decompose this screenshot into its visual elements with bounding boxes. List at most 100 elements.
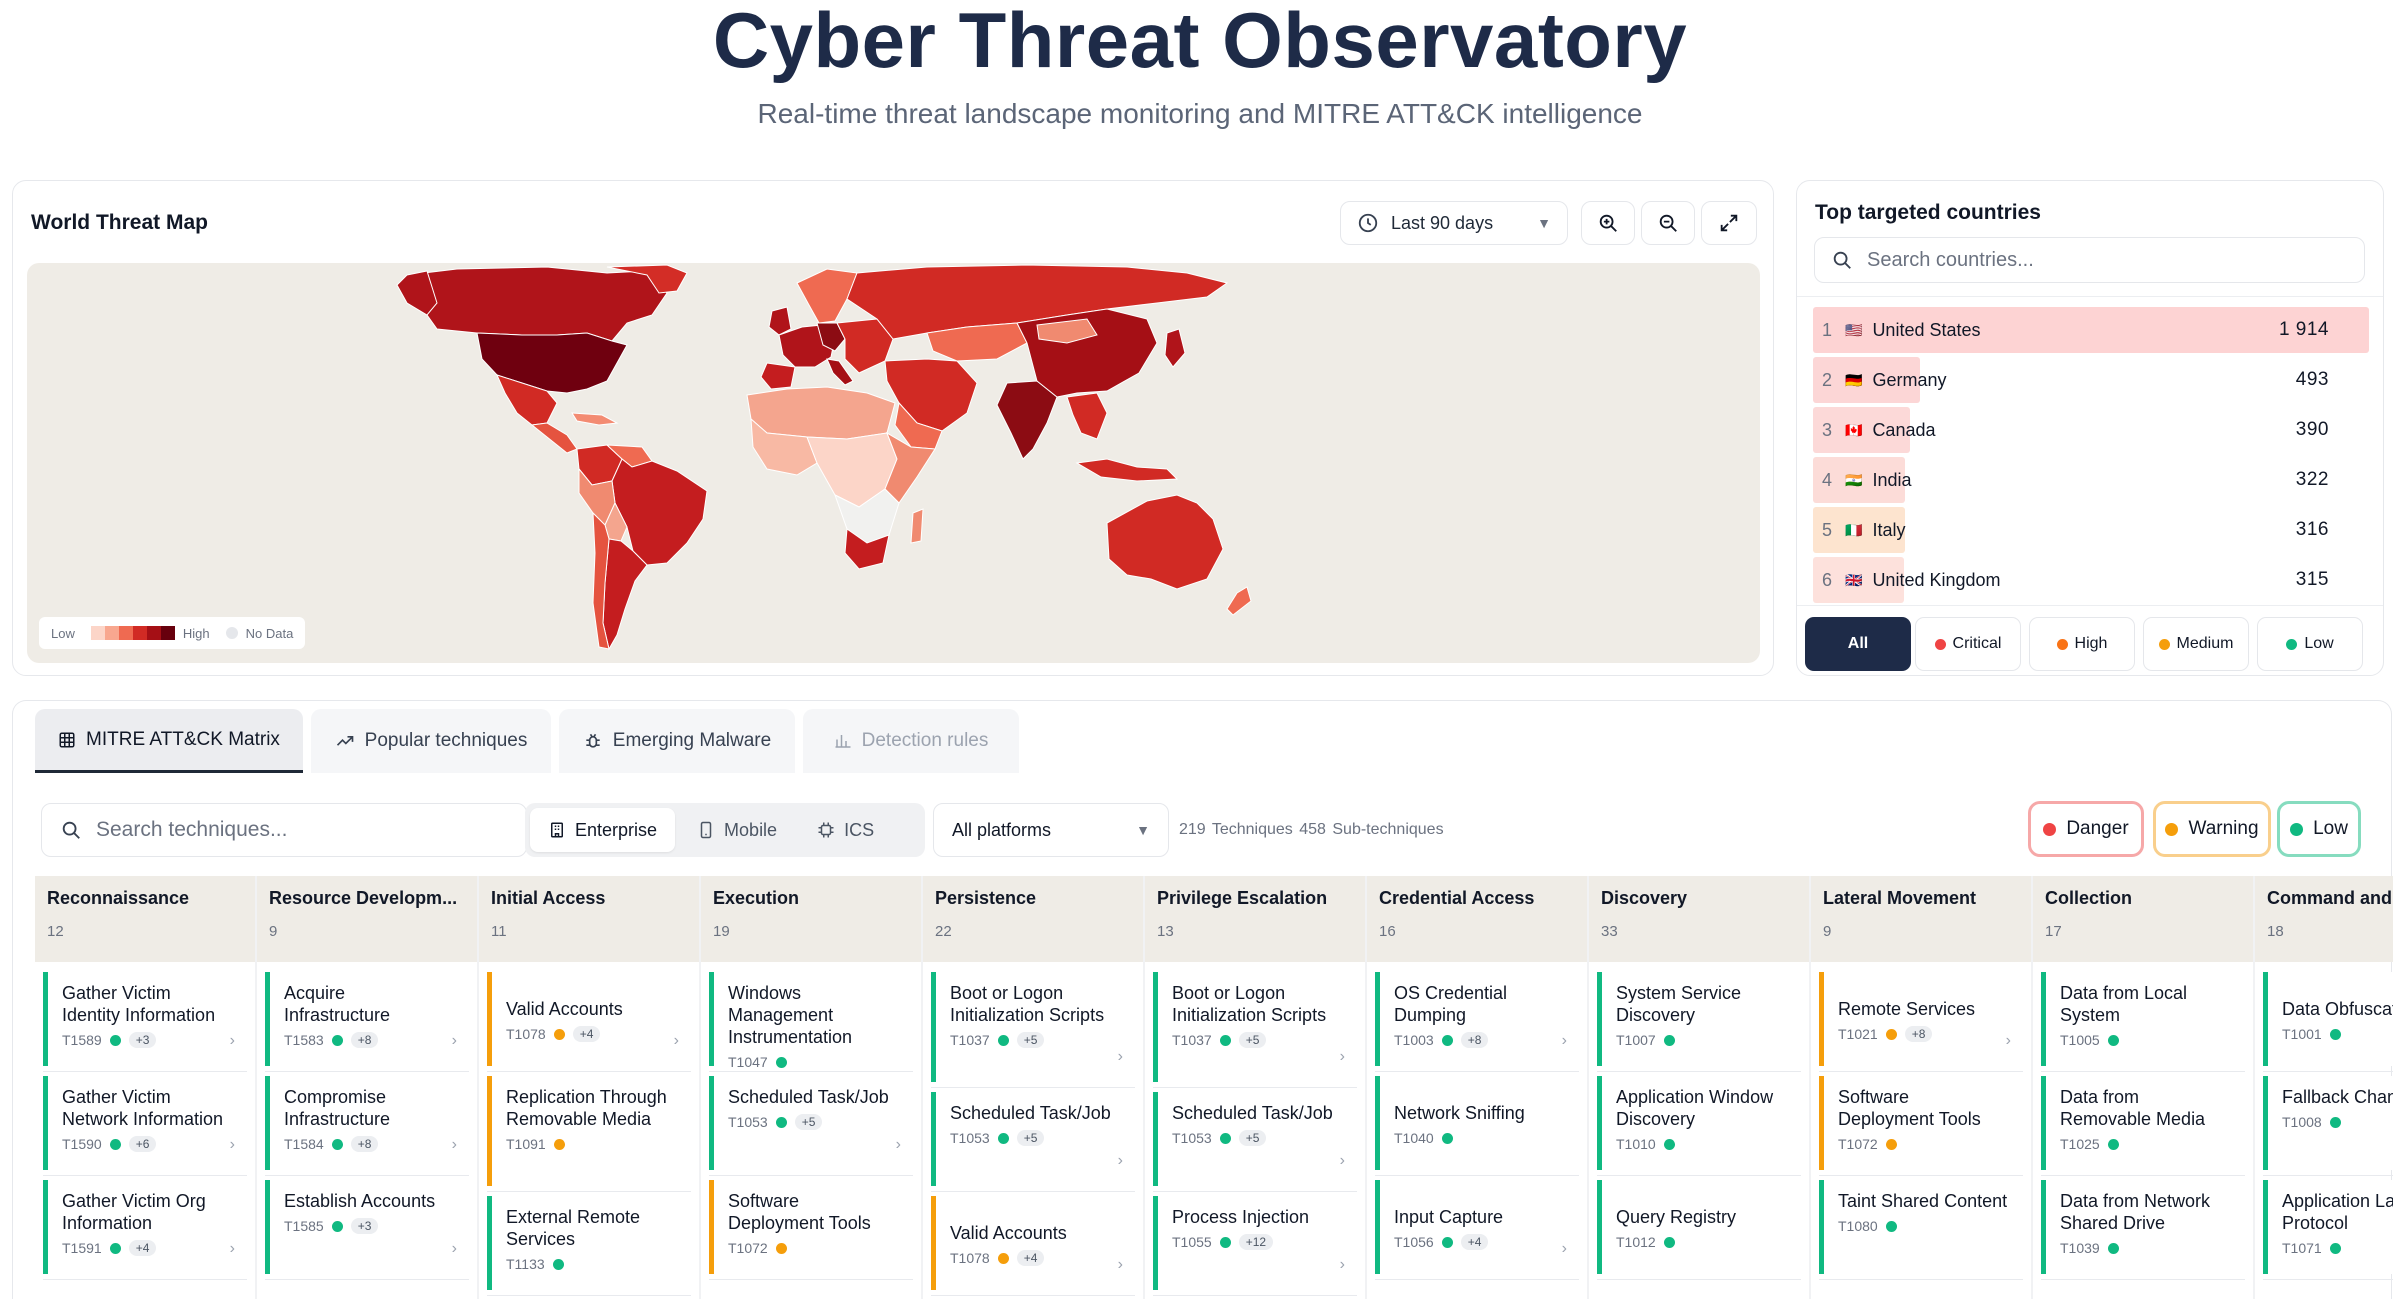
tab-mitre-att-ck-matrix[interactable]: MITRE ATT&CK Matrix bbox=[35, 709, 303, 773]
technique-card[interactable]: Valid Accounts T1078 +4 › bbox=[931, 1196, 1135, 1290]
country-row[interactable]: 1 🇺🇸 United States 1 914 bbox=[1813, 307, 2369, 353]
technique-card[interactable]: Boot or Logon Initialization Scripts T103… bbox=[1153, 972, 1357, 1082]
zoom-out-button[interactable] bbox=[1641, 201, 1695, 245]
world-map[interactable]: Low High No Data bbox=[27, 263, 1760, 663]
country-row[interactable]: 2 🇩🇪 Germany 493 bbox=[1813, 357, 2369, 403]
chevron-right-icon[interactable]: › bbox=[1118, 1256, 1123, 1274]
region-caribbean[interactable] bbox=[571, 412, 619, 426]
region-north-africa[interactable] bbox=[746, 386, 896, 440]
technique-card[interactable]: Remote Services T1021 +8 › bbox=[1819, 972, 2023, 1066]
technique-card[interactable]: Data from Removable Media T1025 bbox=[2041, 1076, 2245, 1170]
technique-card[interactable]: Input Capture T1056 +4 › bbox=[1375, 1180, 1579, 1274]
chevron-right-icon[interactable]: › bbox=[1340, 1152, 1345, 1170]
region-indonesia[interactable] bbox=[1075, 458, 1179, 482]
tactic-header: Collection 17 bbox=[2033, 876, 2253, 962]
time-range-select[interactable]: Last 90 days ▼ bbox=[1340, 201, 1568, 245]
technique-card[interactable]: Gather Victim Identity Information T1589 +… bbox=[43, 972, 247, 1066]
technique-card[interactable]: Gather Victim Org Information T1591 +4 › bbox=[43, 1180, 247, 1274]
severity-dot-icon bbox=[1219, 1236, 1231, 1248]
chevron-right-icon[interactable]: › bbox=[2006, 1032, 2011, 1050]
country-row[interactable]: 3 🇨🇦 Canada 390 bbox=[1813, 407, 2369, 453]
technique-card[interactable]: Boot or Logon Initialization Scripts T103… bbox=[931, 972, 1135, 1082]
chevron-right-icon[interactable]: › bbox=[1340, 1256, 1345, 1274]
tab-popular-techniques[interactable]: Popular techniques bbox=[311, 709, 551, 773]
country-row[interactable]: 6 🇬🇧 United Kingdom 315 bbox=[1813, 557, 2369, 603]
technique-card[interactable]: Network Sniffing T1040 bbox=[1375, 1076, 1579, 1170]
technique-meta: T1072 bbox=[1838, 1136, 2009, 1152]
region-southeast-asia[interactable] bbox=[1066, 392, 1108, 440]
country-search-input[interactable]: Search countries... bbox=[1814, 237, 2365, 283]
technique-card[interactable]: Query Registry T1012 bbox=[1597, 1180, 1801, 1274]
technique-card[interactable]: Data from Network Shared Drive T1039 bbox=[2041, 1180, 2245, 1274]
filter-low[interactable]: Low bbox=[2277, 801, 2361, 857]
chevron-right-icon[interactable]: › bbox=[452, 1032, 457, 1050]
technique-card[interactable]: Acquire Infrastructure T1583 +8 › bbox=[265, 972, 469, 1066]
region-australia[interactable] bbox=[1106, 494, 1224, 590]
chevron-right-icon[interactable]: › bbox=[230, 1136, 235, 1154]
region-united-kingdom[interactable] bbox=[768, 306, 792, 336]
segment-ics[interactable]: ICS bbox=[799, 808, 892, 852]
technique-search-input[interactable]: Search techniques... bbox=[41, 803, 527, 857]
country-row[interactable]: 5 🇮🇹 Italy 316 bbox=[1813, 507, 2369, 553]
tab-detection-rules[interactable]: Detection rules bbox=[803, 709, 1019, 773]
technique-card[interactable]: Compromise Infrastructure T1584 +8 › bbox=[265, 1076, 469, 1170]
world-map-svg[interactable] bbox=[27, 263, 1760, 663]
technique-card[interactable]: Scheduled Task/Job T1053 +5 › bbox=[931, 1092, 1135, 1186]
severity-filter-critical[interactable]: Critical bbox=[1915, 617, 2021, 671]
tab-emerging-malware[interactable]: Emerging Malware bbox=[559, 709, 795, 773]
filter-danger[interactable]: Danger bbox=[2028, 801, 2144, 857]
region-madagascar[interactable] bbox=[910, 508, 924, 544]
technique-card[interactable]: Taint Shared Content T1080 bbox=[1819, 1180, 2023, 1274]
region-new-zealand[interactable] bbox=[1226, 586, 1252, 616]
chevron-right-icon[interactable]: › bbox=[230, 1032, 235, 1050]
technique-card[interactable]: Replication Through Removable Media T1091 bbox=[487, 1076, 691, 1186]
region-iberia[interactable] bbox=[760, 362, 796, 390]
segment-enterprise[interactable]: Enterprise bbox=[530, 808, 676, 852]
region-canada[interactable] bbox=[406, 266, 668, 342]
technique-card[interactable]: Process Injection T1055 +12 › bbox=[1153, 1196, 1357, 1290]
technique-card[interactable]: Data from Local System T1005 bbox=[2041, 972, 2245, 1066]
technique-card[interactable]: Software Deployment Tools T1072 bbox=[1819, 1076, 2023, 1170]
technique-card[interactable]: Application Window Discovery T1010 bbox=[1597, 1076, 1801, 1170]
chevron-right-icon[interactable]: › bbox=[1118, 1048, 1123, 1066]
chevron-right-icon[interactable]: › bbox=[896, 1136, 901, 1154]
technique-card[interactable]: External Remote Services T1133 bbox=[487, 1196, 691, 1290]
chevron-right-icon[interactable]: › bbox=[230, 1240, 235, 1258]
technique-card[interactable]: Application Layer Protocol T1071 bbox=[2263, 1180, 2393, 1274]
region-japan[interactable] bbox=[1164, 328, 1186, 368]
filter-warning[interactable]: Warning bbox=[2153, 801, 2271, 857]
technique-card[interactable]: Data Obfuscation T1001 bbox=[2263, 972, 2393, 1066]
severity-filter-all[interactable]: All bbox=[1805, 617, 1911, 671]
technique-card[interactable]: Valid Accounts T1078 +4 › bbox=[487, 972, 691, 1066]
technique-card[interactable]: Fallback Channels T1008 bbox=[2263, 1076, 2393, 1170]
technique-card[interactable]: Establish Accounts T1585 +3 › bbox=[265, 1180, 469, 1274]
region-india[interactable] bbox=[996, 380, 1058, 460]
severity-filter-low[interactable]: Low bbox=[2257, 617, 2363, 671]
severity-filter-high[interactable]: High bbox=[2029, 617, 2135, 671]
zoom-in-button[interactable] bbox=[1581, 201, 1635, 245]
chevron-right-icon[interactable]: › bbox=[452, 1240, 457, 1258]
region-central-america[interactable] bbox=[530, 422, 578, 454]
region-united-states[interactable] bbox=[476, 332, 628, 394]
country-row[interactable]: 4 🇮🇳 India 322 bbox=[1813, 457, 2369, 503]
technique-card[interactable]: Windows Management Instrumentation T1047 bbox=[709, 972, 913, 1070]
tab-label: Detection rules bbox=[861, 730, 989, 751]
technique-card[interactable]: Software Deployment Tools T1072 bbox=[709, 1180, 913, 1274]
technique-card[interactable]: System Service Discovery T1007 bbox=[1597, 972, 1801, 1066]
technique-card[interactable]: OS Credential Dumping T1003 +8 › bbox=[1375, 972, 1579, 1066]
platform-select[interactable]: All platforms ▼ bbox=[933, 803, 1169, 857]
chevron-right-icon[interactable]: › bbox=[1562, 1032, 1567, 1050]
fullscreen-button[interactable] bbox=[1701, 201, 1757, 245]
chevron-right-icon[interactable]: › bbox=[1340, 1048, 1345, 1066]
technique-card[interactable]: Gather Victim Network Information T1590 +6… bbox=[43, 1076, 247, 1170]
chevron-right-icon[interactable]: › bbox=[1562, 1240, 1567, 1258]
chevron-right-icon[interactable]: › bbox=[674, 1032, 679, 1050]
chevron-right-icon[interactable]: › bbox=[452, 1136, 457, 1154]
technique-card[interactable]: Scheduled Task/Job T1053 +5 › bbox=[709, 1076, 913, 1170]
technique-card[interactable]: Scheduled Task/Job T1053 +5 › bbox=[1153, 1092, 1357, 1186]
tactic-header: Execution 19 bbox=[701, 876, 921, 962]
severity-filter-medium[interactable]: Medium bbox=[2143, 617, 2249, 671]
subtechnique-count-badge: +8 bbox=[350, 1032, 379, 1048]
chevron-right-icon[interactable]: › bbox=[1118, 1152, 1123, 1170]
segment-mobile[interactable]: Mobile bbox=[679, 808, 795, 852]
